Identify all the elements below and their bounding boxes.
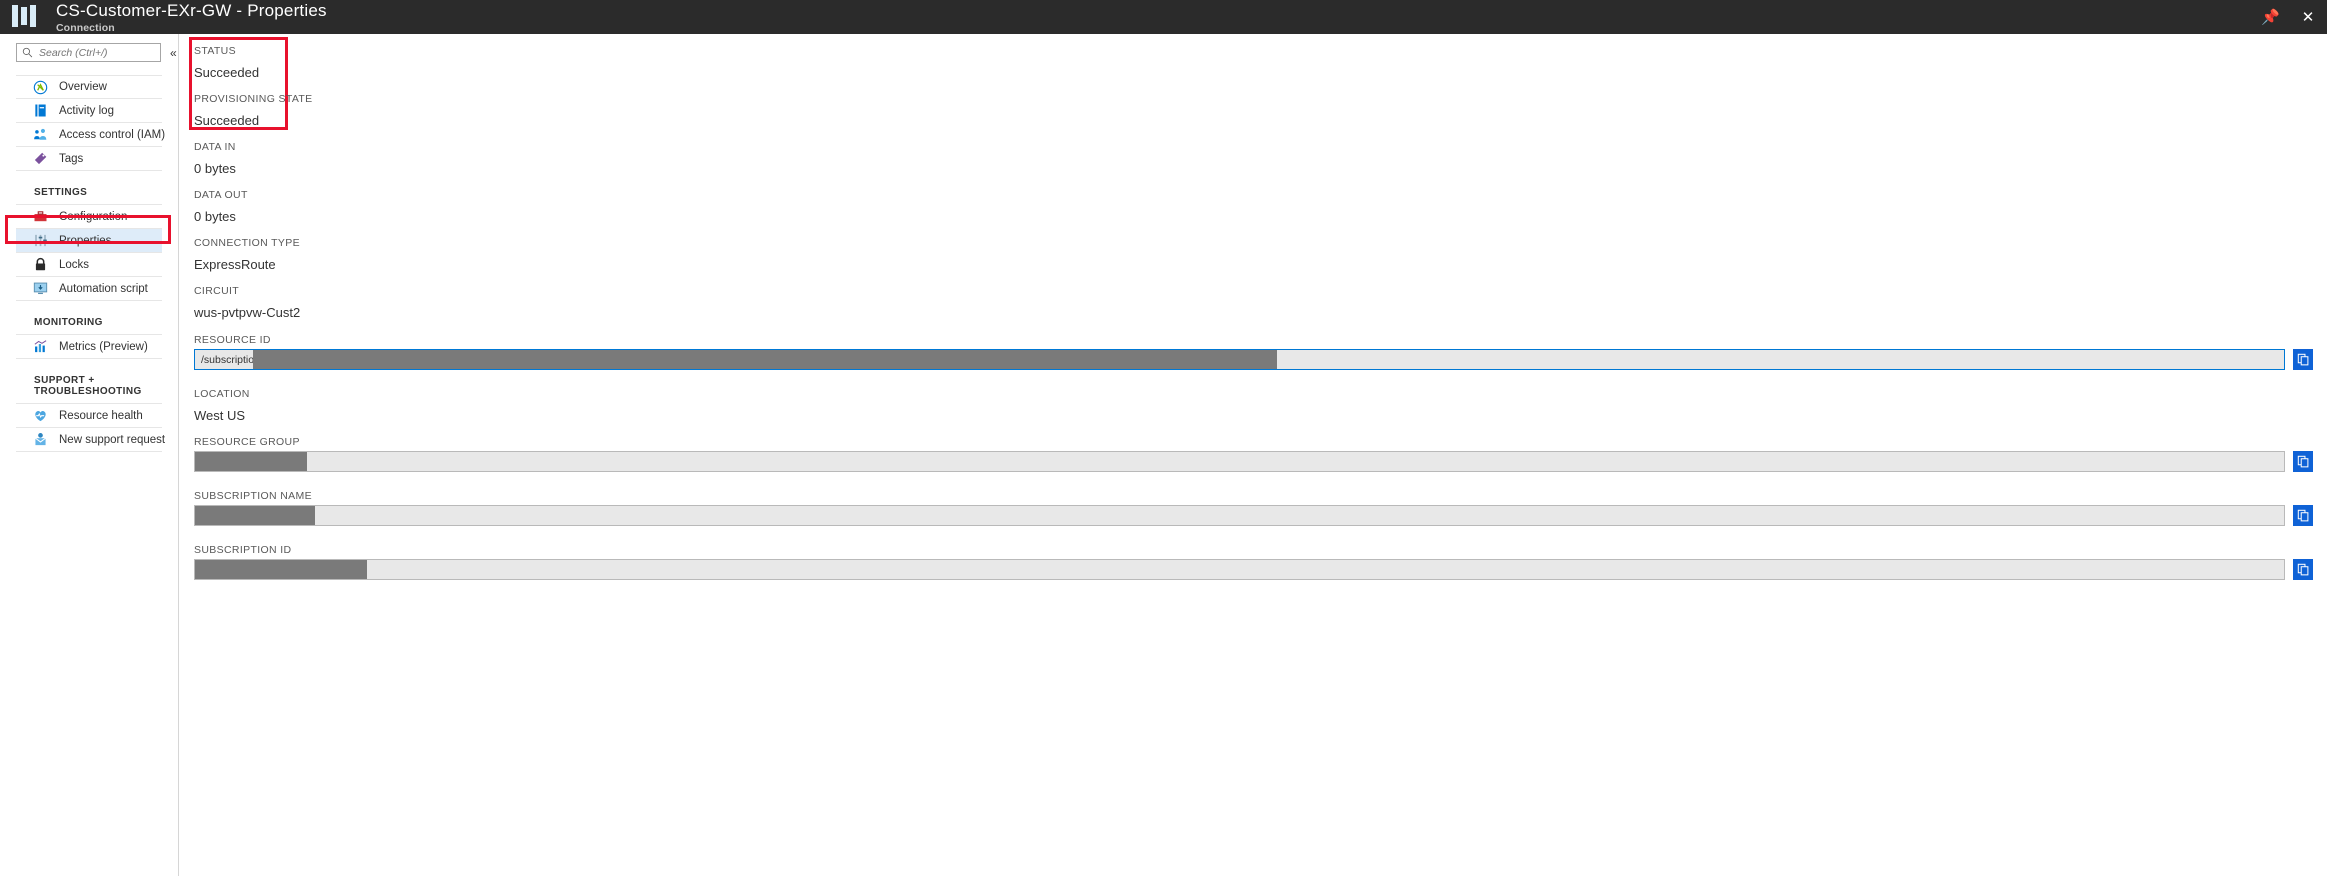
sidebar-search-row: « — [0, 34, 178, 62]
field-value: wus-pvtpvw-Cust2 — [194, 305, 301, 320]
properties-pane: STATUS Succeeded PROVISIONING STATE Succ… — [180, 34, 2327, 876]
field-label: RESOURCE ID — [194, 334, 271, 346]
subscription-id-row — [194, 559, 2313, 580]
sidebar-item-resource-health[interactable]: Resource health — [16, 404, 162, 428]
pin-icon[interactable]: 📌 — [2261, 10, 2280, 25]
sidebar-item-label: Metrics (Preview) — [59, 340, 148, 353]
field-value: 0 bytes — [194, 161, 236, 176]
field-circuit: CIRCUIT wus-pvtpvw-Cust2 — [194, 285, 300, 320]
sidebar-item-label: Activity log — [59, 104, 114, 117]
field-data-in: DATA IN 0 bytes — [194, 141, 236, 176]
sidebar-item-label: Properties — [59, 234, 112, 247]
resource-id-input[interactable]: /subscriptions — [194, 349, 2285, 370]
field-value: West US — [194, 408, 246, 423]
sidebar-item-label: Access control (IAM) — [59, 128, 166, 141]
field-label: SUBSCRIPTION NAME — [194, 490, 312, 502]
redaction-bar — [195, 506, 315, 525]
close-icon[interactable]: ✕ — [2299, 10, 2317, 25]
resource-health-icon — [33, 408, 48, 423]
copy-icon — [2297, 353, 2308, 366]
field-status: STATUS Succeeded — [194, 45, 259, 80]
field-subscription-name: SUBSCRIPTION NAME — [194, 490, 312, 502]
field-resource-id: RESOURCE ID — [194, 334, 271, 346]
field-label: CIRCUIT — [194, 285, 240, 297]
copy-icon — [2297, 563, 2308, 576]
sidebar-item-label: Configuration — [59, 210, 128, 223]
access-control-icon — [33, 127, 48, 142]
sidebar-section-settings: SETTINGS — [16, 171, 162, 205]
sidebar-item-access-control[interactable]: Access control (IAM) — [16, 123, 166, 147]
field-label: LOCATION — [194, 388, 250, 400]
collapse-sidebar-button[interactable]: « — [170, 47, 177, 59]
sidebar-nav: Overview Activity log Access control (IA… — [0, 75, 178, 452]
subscription-name-input[interactable] — [194, 505, 2285, 526]
sidebar-item-locks[interactable]: Locks — [16, 253, 162, 277]
sidebar-item-activity-log[interactable]: Activity log — [16, 99, 162, 123]
sidebar-item-metrics[interactable]: Metrics (Preview) — [16, 335, 162, 359]
field-label: RESOURCE GROUP — [194, 436, 300, 448]
field-label: DATA OUT — [194, 189, 248, 201]
configuration-icon — [33, 209, 48, 224]
copy-resource-group-button[interactable] — [2293, 451, 2313, 472]
field-connection-type: CONNECTION TYPE ExpressRoute — [194, 237, 300, 272]
sidebar-item-new-support-request[interactable]: New support request — [16, 428, 166, 452]
automation-script-icon — [33, 281, 48, 296]
tags-icon — [33, 151, 48, 166]
field-subscription-id: SUBSCRIPTION ID — [194, 544, 291, 556]
subscription-id-input[interactable] — [194, 559, 2285, 580]
field-resource-group: RESOURCE GROUP — [194, 436, 300, 448]
overview-icon — [33, 80, 48, 95]
sidebar-item-overview[interactable]: Overview — [16, 75, 162, 99]
field-value: 0 bytes — [194, 209, 236, 224]
properties-icon — [33, 233, 48, 248]
resource-group-input[interactable] — [194, 451, 2285, 472]
sidebar-item-label: Tags — [59, 152, 84, 165]
azure-resource-icon — [12, 5, 42, 29]
field-location: LOCATION West US — [194, 388, 250, 423]
sidebar: « Overview Activity log — [0, 34, 179, 876]
field-provisioning-state: PROVISIONING STATE Succeeded — [194, 93, 313, 128]
redaction-bar — [195, 560, 367, 579]
resource-id-row: /subscriptions — [194, 349, 2313, 370]
locks-icon — [33, 257, 48, 272]
field-value: Succeeded — [194, 113, 260, 128]
redaction-bar — [195, 452, 307, 471]
metrics-icon — [33, 339, 48, 354]
field-data-out: DATA OUT 0 bytes — [194, 189, 248, 224]
copy-icon — [2297, 455, 2308, 468]
field-value: Succeeded — [194, 65, 260, 80]
sidebar-item-properties[interactable]: Properties — [16, 229, 162, 253]
field-label: DATA IN — [194, 141, 236, 153]
page-title: CS-Customer-EXr-GW - Properties — [56, 1, 327, 20]
sidebar-item-configuration[interactable]: Configuration — [16, 205, 162, 229]
copy-resource-id-button[interactable] — [2293, 349, 2313, 370]
sidebar-section-monitoring: MONITORING — [16, 301, 162, 335]
sidebar-section-support: SUPPORT + TROUBLESHOOTING — [16, 359, 162, 404]
search-box[interactable] — [16, 43, 161, 62]
sidebar-item-tags[interactable]: Tags — [16, 147, 162, 171]
sidebar-item-label: Overview — [59, 81, 107, 93]
copy-subscription-id-button[interactable] — [2293, 559, 2313, 580]
sidebar-item-automation-script[interactable]: Automation script — [16, 277, 162, 301]
field-label: STATUS — [194, 45, 236, 57]
search-icon — [22, 47, 33, 58]
copy-icon — [2297, 509, 2308, 522]
field-label: CONNECTION TYPE — [194, 237, 300, 249]
copy-subscription-name-button[interactable] — [2293, 505, 2313, 526]
sidebar-item-label: Resource health — [59, 409, 143, 422]
subscription-name-row — [194, 505, 2313, 526]
field-value: ExpressRoute — [194, 257, 276, 272]
resource-group-row — [194, 451, 2313, 472]
field-label: PROVISIONING STATE — [194, 93, 313, 105]
activity-log-icon — [33, 103, 48, 118]
title-bar: CS-Customer-EXr-GW - Properties Connecti… — [0, 0, 2327, 34]
search-input[interactable] — [39, 46, 149, 59]
sidebar-item-label: Locks — [59, 258, 90, 271]
sidebar-item-label: Automation script — [59, 282, 148, 295]
redaction-bar — [253, 350, 1277, 369]
field-label: SUBSCRIPTION ID — [194, 544, 292, 556]
sidebar-item-label: New support request — [59, 433, 166, 446]
new-support-request-icon — [33, 432, 48, 447]
